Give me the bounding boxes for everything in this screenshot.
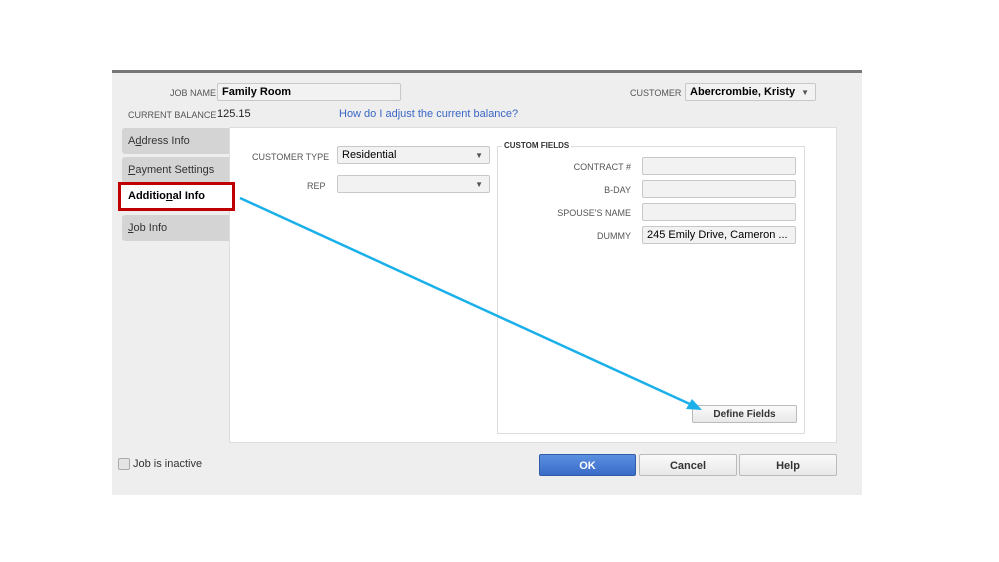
annotation-arrow xyxy=(239,196,702,410)
arrow-line xyxy=(239,196,693,407)
